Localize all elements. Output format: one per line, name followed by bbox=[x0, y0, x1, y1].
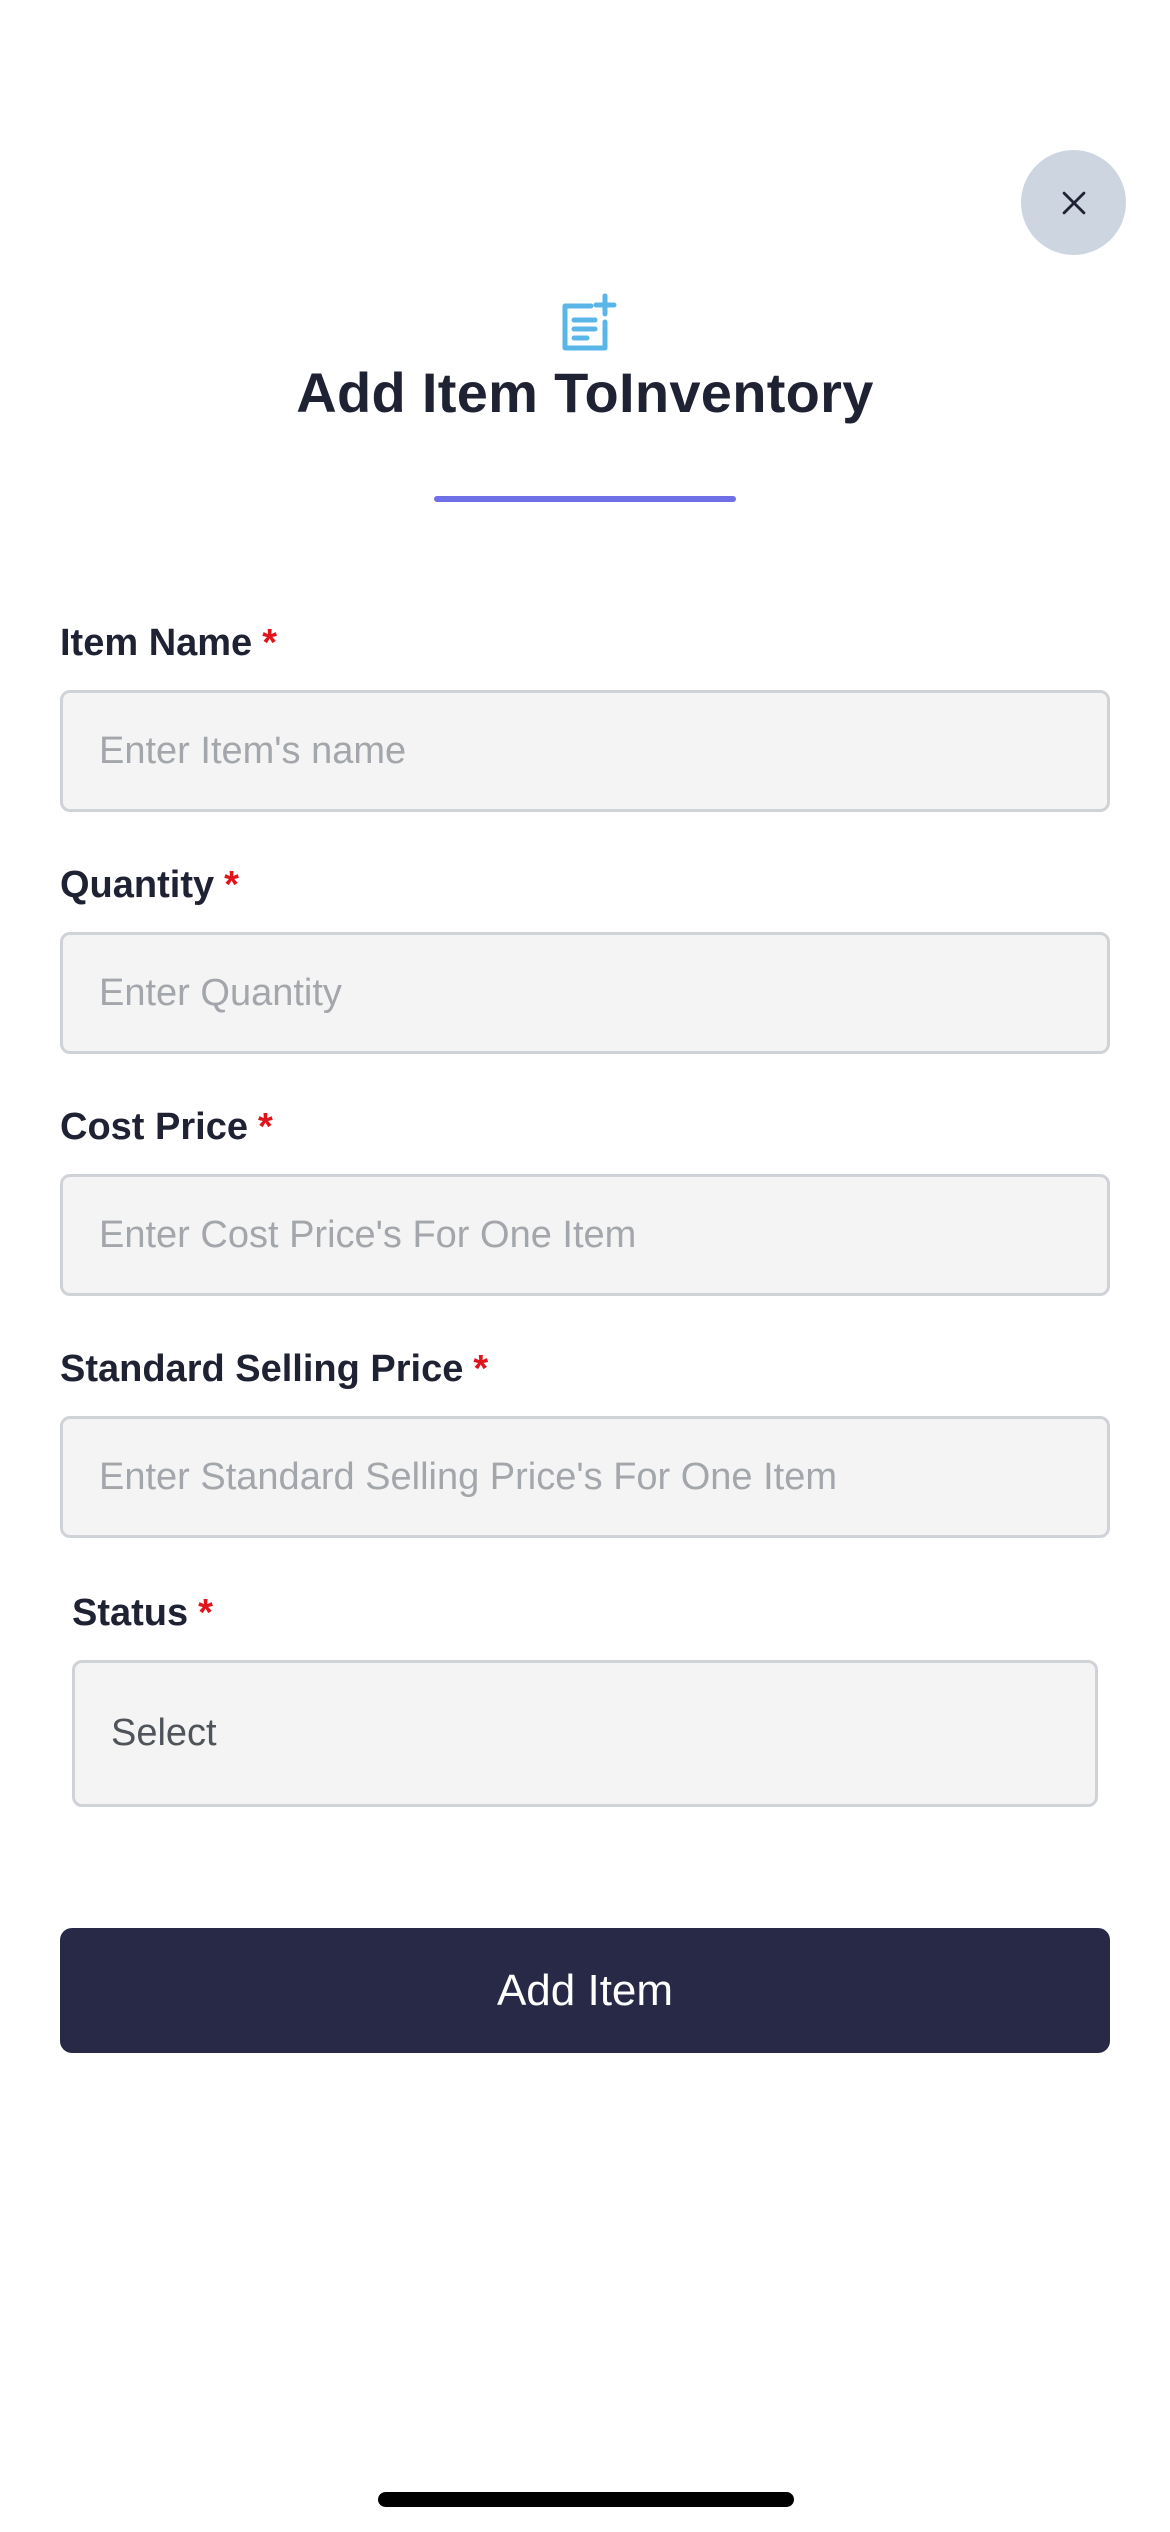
required-mark: * bbox=[262, 622, 277, 664]
note-add-icon bbox=[555, 292, 619, 356]
close-button[interactable] bbox=[1021, 150, 1126, 255]
status-select[interactable]: Select bbox=[72, 1660, 1098, 1807]
status-selected-value: Select bbox=[111, 1712, 217, 1754]
status-label-text: Status bbox=[72, 1592, 189, 1634]
home-indicator bbox=[378, 2492, 794, 2507]
required-mark: * bbox=[473, 1348, 489, 1390]
cost-price-label-text: Cost Price bbox=[60, 1106, 248, 1148]
title-underline bbox=[434, 496, 736, 502]
status-label: Status * bbox=[72, 1592, 213, 1635]
quantity-label-text: Quantity bbox=[60, 864, 215, 906]
cost-price-input[interactable] bbox=[60, 1174, 1110, 1296]
selling-price-label: Standard Selling Price * bbox=[60, 1348, 488, 1391]
add-item-button[interactable]: Add Item bbox=[60, 1928, 1110, 2053]
selling-price-label-text: Standard Selling Price bbox=[60, 1348, 464, 1390]
selling-price-input[interactable] bbox=[60, 1416, 1110, 1538]
item-name-label-text: Item Name bbox=[60, 622, 253, 664]
item-name-input[interactable] bbox=[60, 690, 1110, 812]
item-name-label: Item Name * bbox=[60, 622, 277, 665]
cost-price-label: Cost Price * bbox=[60, 1106, 273, 1149]
required-mark: * bbox=[224, 864, 239, 906]
required-mark: * bbox=[198, 1592, 213, 1634]
page-title: Add Item ToInventory bbox=[296, 361, 874, 424]
quantity-label: Quantity * bbox=[60, 864, 239, 907]
required-mark: * bbox=[257, 1106, 273, 1148]
add-item-button-label: Add Item bbox=[496, 1965, 674, 2015]
close-icon bbox=[1057, 186, 1091, 220]
quantity-input[interactable] bbox=[60, 932, 1110, 1054]
